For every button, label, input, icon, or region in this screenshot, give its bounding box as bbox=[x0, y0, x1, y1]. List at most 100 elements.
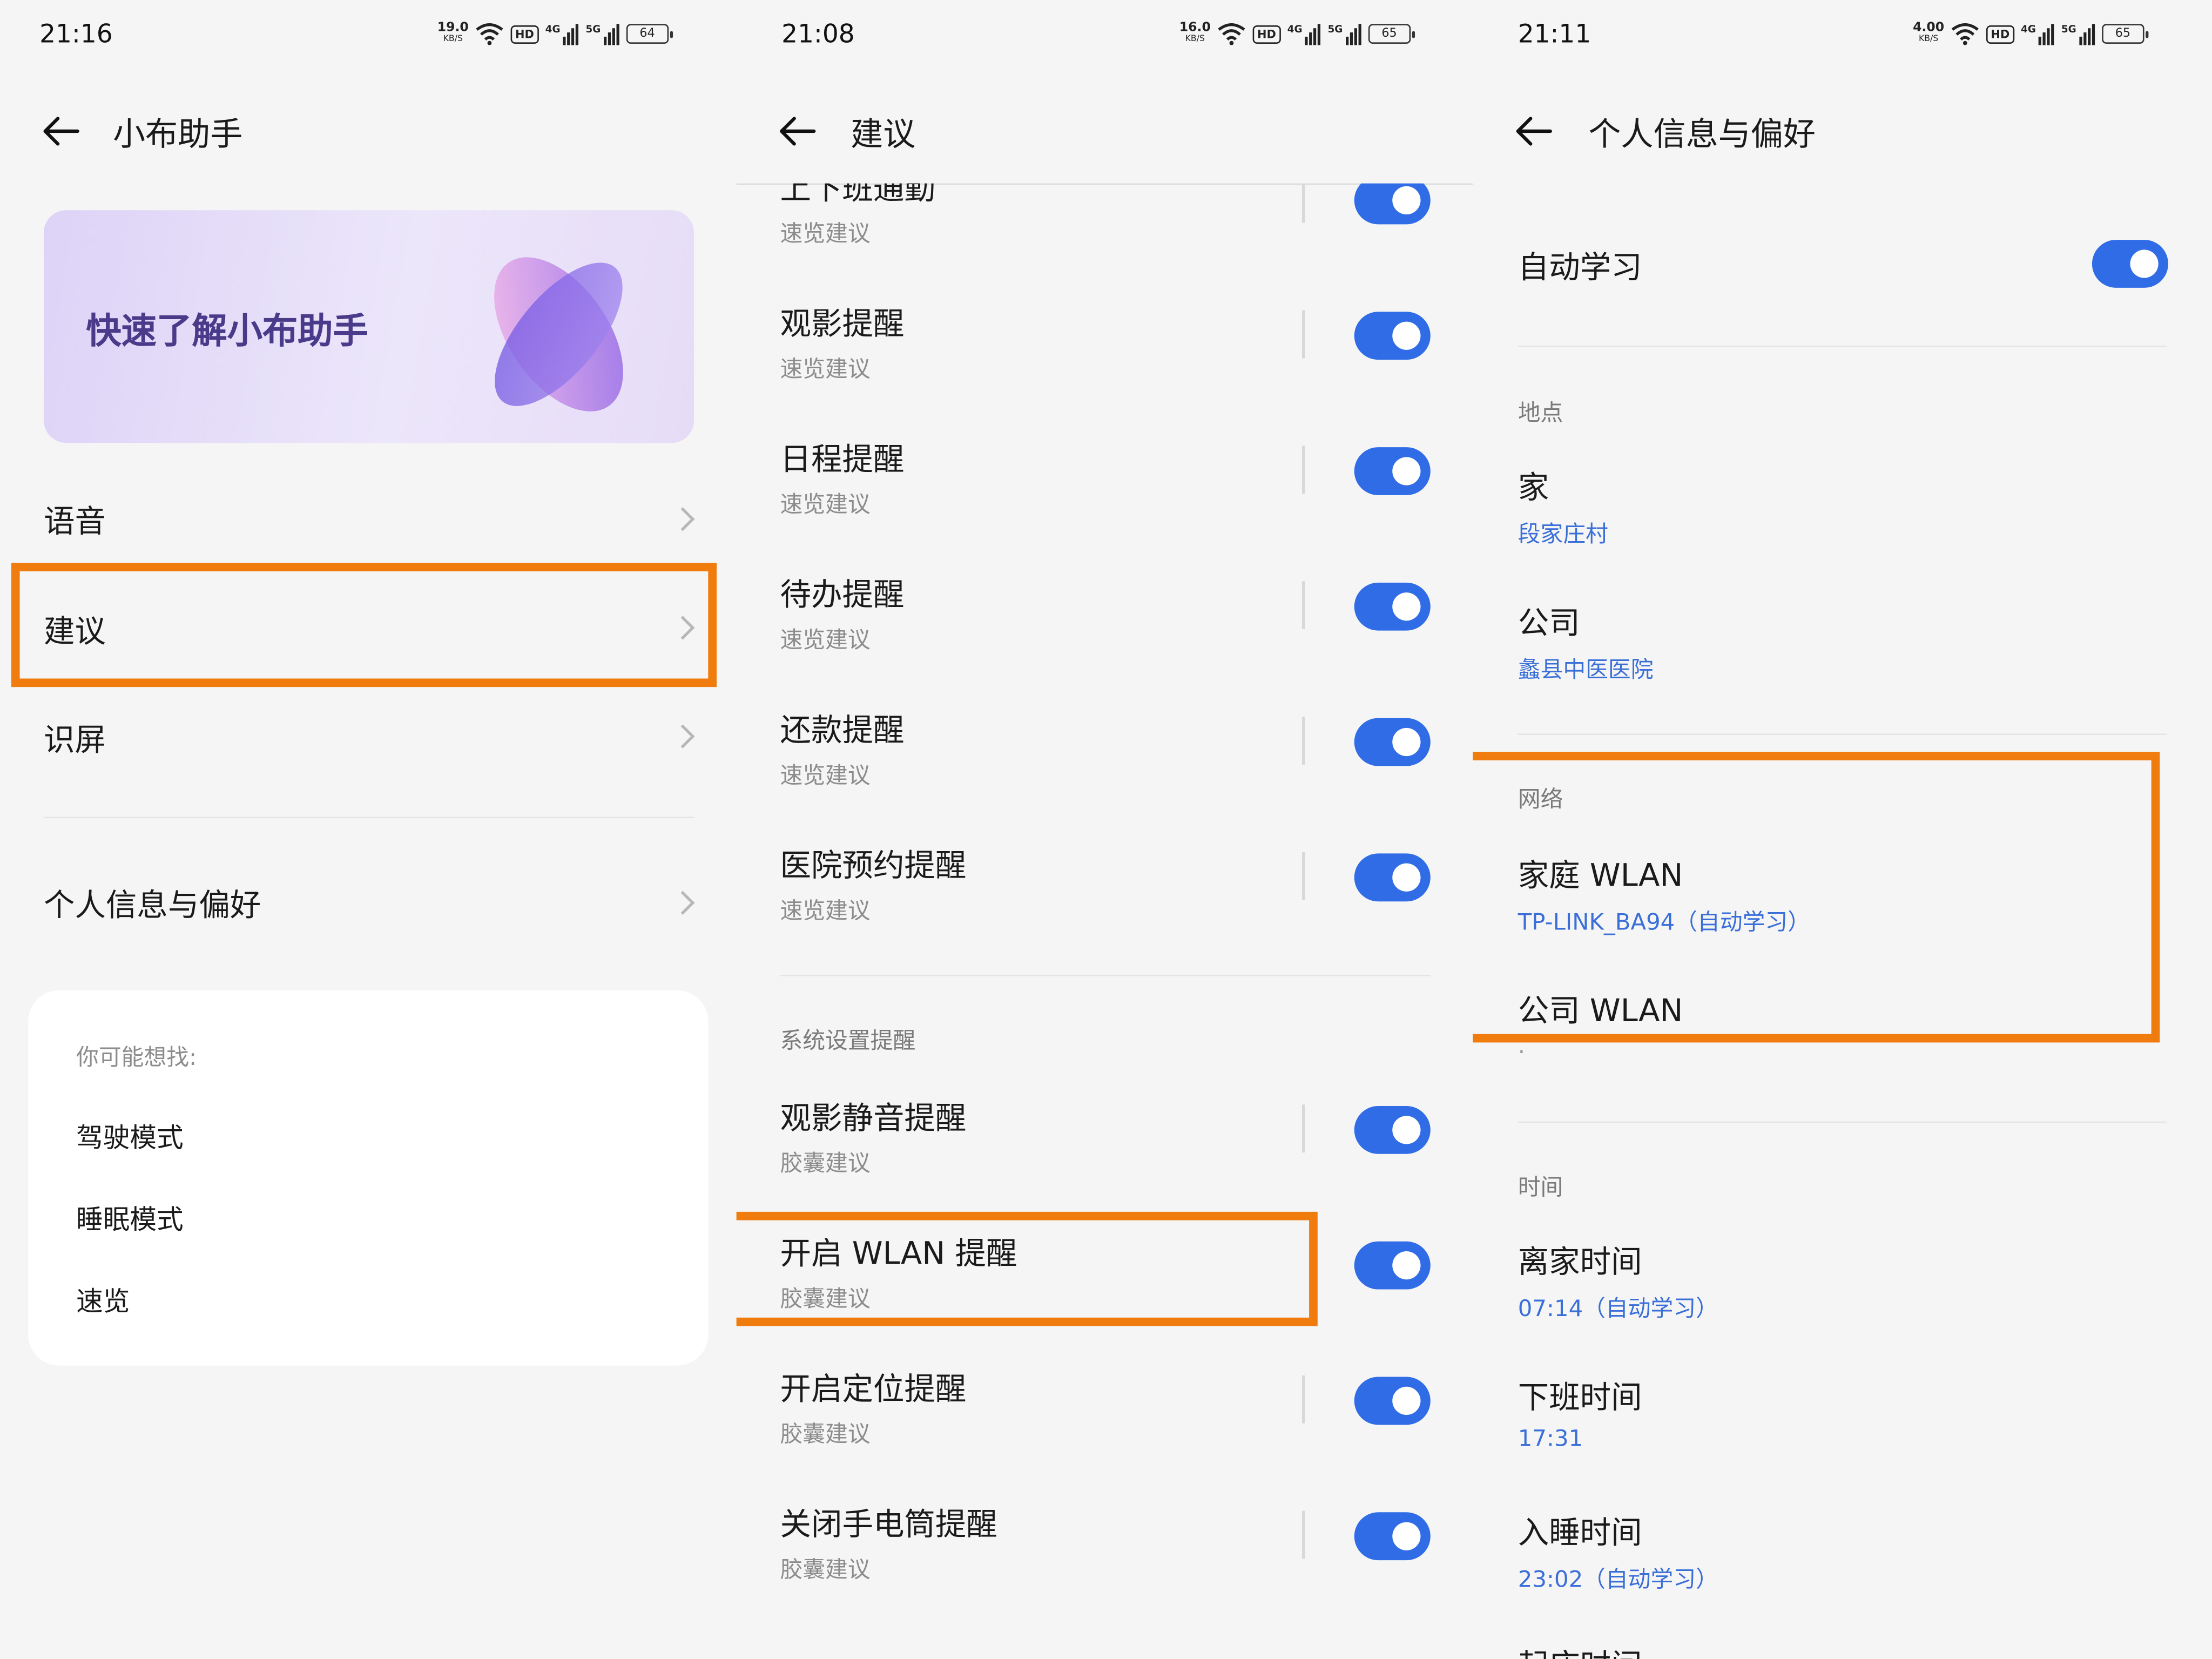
signal-5g-icon: 5G bbox=[586, 23, 619, 45]
status-icons: 19.0 KB/S HD 4G 5G 64 bbox=[437, 20, 673, 48]
suggestion-card: 你可能想找: 驾驶模式 睡眠模式 速览 bbox=[28, 990, 709, 1366]
toggle-switch[interactable] bbox=[1354, 1377, 1431, 1425]
page-title: 小布助手 bbox=[112, 117, 243, 154]
signal-5g-icon: 5G bbox=[1328, 23, 1361, 45]
chevron-right-icon bbox=[671, 724, 695, 748]
hd-badge: HD bbox=[1253, 24, 1280, 43]
toggle-switch[interactable] bbox=[1354, 1105, 1431, 1154]
back-arrow-icon[interactable] bbox=[776, 110, 818, 152]
status-time: 21:08 bbox=[781, 19, 855, 50]
item-title: 还款提醒 bbox=[780, 713, 905, 750]
section-title: 系统设置提醒 bbox=[780, 1027, 916, 1054]
separator bbox=[1302, 446, 1304, 494]
item-subtitle: 胶囊建议 bbox=[780, 1149, 871, 1177]
back-arrow-icon[interactable] bbox=[1512, 110, 1554, 152]
toggle-switch[interactable] bbox=[1354, 1241, 1431, 1290]
item-title: 医院预约提醒 bbox=[780, 849, 967, 885]
chevron-right-icon bbox=[671, 507, 695, 531]
toggle-switch[interactable] bbox=[1354, 447, 1431, 495]
divider bbox=[43, 817, 694, 819]
panel-personal-preferences: 21:11 4.00 KB/S HD 4G 5G 65 个人信息与偏好 自动学习 … bbox=[1473, 0, 2212, 1659]
work-value: 蠡县中医医院 bbox=[1518, 656, 1654, 683]
toggle-switch[interactable] bbox=[1354, 1512, 1431, 1561]
back-arrow-icon[interactable] bbox=[39, 110, 82, 152]
separator bbox=[1302, 1510, 1304, 1559]
status-icons: 16.0 KB/S HD 4G 5G 65 bbox=[1179, 20, 1415, 48]
auto-learn-label: 自动学习 bbox=[1518, 251, 1642, 287]
hd-badge: HD bbox=[511, 24, 538, 43]
divider bbox=[1518, 1121, 2167, 1123]
item-subtitle: 胶囊建议 bbox=[780, 1556, 871, 1583]
assistant-logo-icon bbox=[494, 257, 623, 412]
battery-icon: 65 bbox=[2101, 24, 2148, 44]
sleep-label: 入睡时间 bbox=[1518, 1516, 1642, 1552]
wake-label: 起床时间 bbox=[1518, 1641, 1642, 1659]
page-title: 个人信息与偏好 bbox=[1588, 117, 1816, 154]
suggestion-title: 你可能想找: bbox=[76, 1044, 197, 1071]
separator bbox=[1302, 1375, 1304, 1424]
intro-banner[interactable]: 快速了解小布助手 bbox=[43, 210, 694, 443]
banner-text: 快速了解小布助手 bbox=[86, 310, 368, 352]
off-work-value: 17:31 bbox=[1518, 1425, 1583, 1452]
status-time: 21:11 bbox=[1518, 19, 1591, 50]
item-subtitle: 速览建议 bbox=[780, 220, 871, 247]
separator bbox=[1302, 310, 1304, 359]
sleep-value: 23:02（自动学习） bbox=[1518, 1566, 1718, 1593]
section-title: 时间 bbox=[1518, 1174, 1563, 1201]
item-subtitle: 胶囊建议 bbox=[780, 1420, 871, 1448]
signal-4g-icon: 4G bbox=[545, 23, 579, 45]
suggestion-list: 上下班通勤 速览建议 观影提醒 速览建议 日程提醒 速览建议 待办提醒 速览建议… bbox=[736, 183, 1473, 1659]
leave-home-value: 07:14（自动学习） bbox=[1518, 1294, 1718, 1322]
battery-icon: 64 bbox=[626, 24, 673, 44]
highlight-box bbox=[1473, 752, 2160, 1043]
suggestion-link[interactable]: 睡眠模式 bbox=[76, 1199, 184, 1237]
item-title: 日程提醒 bbox=[780, 443, 905, 478]
toggle-switch[interactable] bbox=[1354, 718, 1431, 766]
menu-label: 识屏 bbox=[43, 724, 106, 759]
hd-badge: HD bbox=[1986, 24, 2014, 43]
work-label: 公司 bbox=[1518, 606, 1580, 642]
separator bbox=[1302, 852, 1304, 900]
signal-4g-icon: 4G bbox=[1287, 23, 1321, 45]
item-subtitle: 速览建议 bbox=[780, 355, 871, 382]
off-work-label: 下班时间 bbox=[1518, 1381, 1642, 1417]
separator bbox=[1302, 581, 1304, 630]
section-title: 地点 bbox=[1518, 399, 1563, 426]
net-speed: 16.0 KB/S bbox=[1179, 21, 1211, 44]
item-title: 上下班通勤 bbox=[780, 183, 935, 207]
separator bbox=[1302, 716, 1304, 765]
toggle-switch[interactable] bbox=[1354, 312, 1431, 360]
toggle-switch[interactable] bbox=[1354, 582, 1431, 631]
item-title: 关闭手电筒提醒 bbox=[780, 1508, 997, 1543]
leave-home-label: 离家时间 bbox=[1518, 1245, 1642, 1281]
item-subtitle: 速览建议 bbox=[780, 491, 871, 518]
status-time: 21:16 bbox=[39, 19, 113, 50]
panel-assistant-settings: 21:16 19.0 KB/S HD 4G 5G 64 小布助手 快速了解小布助手… bbox=[0, 0, 737, 1659]
item-title: 待办提醒 bbox=[780, 578, 905, 614]
battery-icon: 65 bbox=[1368, 24, 1415, 44]
item-subtitle: 速览建议 bbox=[780, 761, 871, 789]
home-value: 段家庄村 bbox=[1518, 520, 1608, 548]
wifi-icon bbox=[476, 23, 504, 45]
divider bbox=[1518, 345, 2167, 347]
highlight-box bbox=[11, 563, 717, 687]
panel-suggestions: 21:08 16.0 KB/S HD 4G 5G 65 建议 上下班通勤 速览建议… bbox=[736, 0, 1473, 1659]
wifi-icon bbox=[1952, 23, 1979, 45]
item-subtitle: 速览建议 bbox=[780, 897, 871, 924]
divider bbox=[1518, 733, 2167, 735]
highlight-box bbox=[736, 1211, 1318, 1326]
item-title: 开启定位提醒 bbox=[780, 1372, 967, 1408]
item-title: 观影静音提醒 bbox=[780, 1102, 967, 1137]
suggestion-link[interactable]: 速览 bbox=[76, 1281, 130, 1319]
menu-label: 个人信息与偏好 bbox=[43, 888, 261, 924]
separator bbox=[1302, 1104, 1304, 1153]
net-speed: 19.0 KB/S bbox=[437, 21, 469, 44]
suggestion-link[interactable]: 驾驶模式 bbox=[76, 1117, 184, 1156]
item-subtitle: 速览建议 bbox=[780, 626, 871, 653]
toggle-switch[interactable] bbox=[1354, 853, 1431, 902]
toggle-switch[interactable] bbox=[1354, 183, 1431, 225]
chevron-right-icon bbox=[671, 891, 695, 915]
net-speed: 4.00 KB/S bbox=[1913, 21, 1945, 44]
auto-learn-toggle[interactable] bbox=[2092, 240, 2168, 288]
separator bbox=[1302, 183, 1304, 223]
